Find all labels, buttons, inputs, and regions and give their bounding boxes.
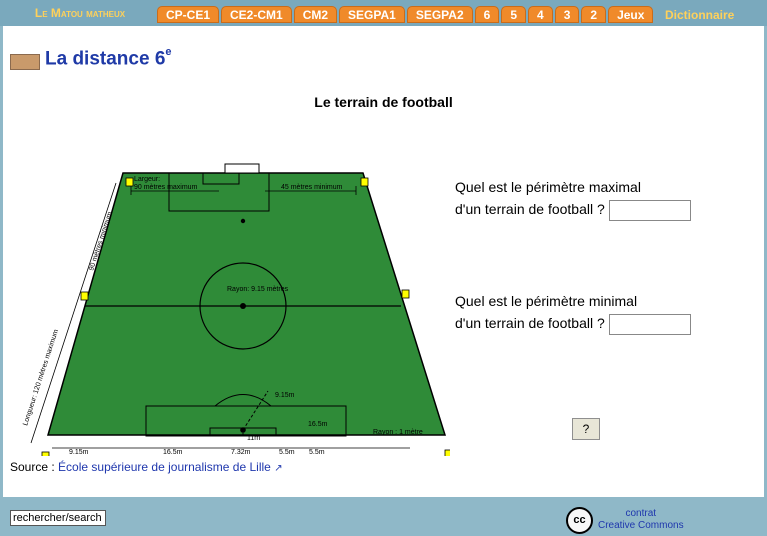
- label-11m: 11m: [247, 435, 260, 442]
- football-field-diagram: Largeur: 90 mètres maximum 45 mètres min…: [22, 163, 450, 456]
- min-perimeter-input[interactable]: [608, 313, 691, 335]
- creative-commons-link[interactable]: contrat Creative Commons: [598, 508, 684, 532]
- question-min-perimeter: Quel est le périmètre minimal d'un terra…: [455, 290, 691, 335]
- page-title-text: La distance 6: [45, 48, 166, 70]
- label-side-165: 16.5m: [308, 421, 328, 428]
- question-max-perimeter: Quel est le périmètre maximal d'un terra…: [455, 176, 691, 221]
- page-title-sup: e: [165, 46, 172, 58]
- tab-4[interactable]: 4: [528, 6, 553, 23]
- cc-line1: contrat: [625, 508, 657, 519]
- brand-label: Le Matou matheux: [34, 6, 126, 20]
- ruler-icon: [10, 54, 40, 70]
- label-largeur-max: 90 mètres maximum: [134, 184, 198, 191]
- label-bottom-732: 7.32m: [231, 449, 251, 456]
- main-content: La distance 6e Le terrain de football La…: [3, 26, 764, 497]
- label-rayon-center: Rayon: 9.15 mètres: [227, 286, 289, 293]
- level-tabs: CP-CE1 CE2-CM1 CM2 SEGPA1 SEGPA2 6 5 4 3…: [157, 6, 654, 23]
- label-bottom-165: 16.5m: [163, 449, 183, 456]
- question-min-line2-wrap: d'un terrain de football ?: [455, 312, 691, 335]
- tab-jeux[interactable]: Jeux: [608, 6, 654, 23]
- label-bottom-55: 5.5m: [309, 449, 325, 456]
- question-min-line2: d'un terrain de football ?: [455, 315, 605, 331]
- label-arc-915: 9.15m: [275, 392, 295, 399]
- source-line: Source : École supérieure de journalisme…: [10, 460, 283, 474]
- help-button[interactable]: ?: [572, 418, 600, 440]
- tab-segpa1[interactable]: SEGPA1: [339, 6, 405, 23]
- external-link-icon: ↗: [274, 463, 283, 474]
- search-input[interactable]: [10, 510, 106, 526]
- label-55: 5.5m: [279, 449, 295, 456]
- tab-6[interactable]: 6: [474, 6, 500, 23]
- source-link[interactable]: École supérieure de journalisme de Lille: [58, 460, 271, 474]
- page-title: La distance 6e: [45, 46, 172, 70]
- tab-cm2[interactable]: CM2: [293, 6, 338, 23]
- section-heading: Le terrain de football: [314, 94, 453, 110]
- question-max-line2: d'un terrain de football ?: [455, 201, 605, 217]
- label-rayon-corner: Rayon : 1 mètre: [373, 429, 423, 436]
- dictionary-link[interactable]: Dictionnaire: [665, 8, 734, 22]
- site-logo[interactable]: Le Matou matheux: [10, 6, 150, 22]
- cc-line2: Creative Commons: [598, 520, 684, 531]
- label-largeur-min: 45 mètres minimum: [281, 184, 343, 191]
- creative-commons-icon[interactable]: cc: [566, 507, 593, 534]
- question-max-line1: Quel est le périmètre maximal: [455, 179, 641, 195]
- tab-ce2-cm1[interactable]: CE2-CM1: [221, 6, 292, 23]
- max-perimeter-input[interactable]: [608, 199, 691, 221]
- question-min-line1: Quel est le périmètre minimal: [455, 293, 638, 309]
- tab-2[interactable]: 2: [581, 6, 607, 23]
- tab-3[interactable]: 3: [554, 6, 580, 23]
- label-bottom-915: 9.15m: [69, 449, 89, 456]
- question-max-line2-wrap: d'un terrain de football ?: [455, 198, 691, 221]
- top-navigation: Le Matou matheux CP-CE1 CE2-CM1 CM2 SEGP…: [0, 0, 767, 26]
- tab-cp-ce1[interactable]: CP-CE1: [157, 6, 220, 23]
- tab-segpa2[interactable]: SEGPA2: [406, 6, 473, 23]
- tab-5[interactable]: 5: [501, 6, 527, 23]
- source-label: Source :: [10, 460, 55, 474]
- label-largeur: Largeur:: [134, 176, 160, 183]
